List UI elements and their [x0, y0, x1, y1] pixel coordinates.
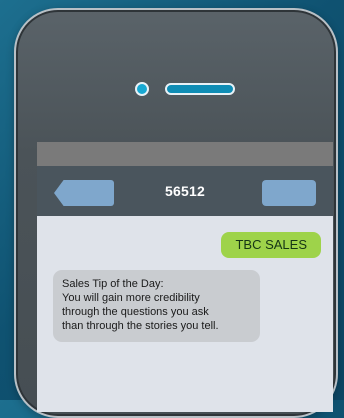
- received-message-line-4: than through the stories you tell.: [62, 320, 219, 333]
- sent-message-bubble: TBC SALES: [221, 232, 321, 258]
- received-message-line-2: You will gain more credibility: [62, 292, 200, 305]
- received-message-line-3: through the questions you ask: [62, 306, 209, 319]
- message-screen: 56512 TBC SALES Sales Tip of the Day: Yo…: [37, 142, 333, 412]
- received-message-bubble: Sales Tip of the Day: You will gain more…: [53, 270, 260, 343]
- speaker-grille-icon: [165, 83, 235, 95]
- status-bar: [37, 142, 333, 166]
- sent-message-text: TBC SALES: [235, 237, 307, 252]
- camera-dot-icon: [135, 82, 149, 96]
- received-message-line-1: Sales Tip of the Day:: [62, 278, 164, 290]
- header-action-button[interactable]: [262, 180, 316, 206]
- phone-device: 56512 TBC SALES Sales Tip of the Day: Yo…: [14, 8, 338, 418]
- conversation-header: 56512: [37, 166, 333, 216]
